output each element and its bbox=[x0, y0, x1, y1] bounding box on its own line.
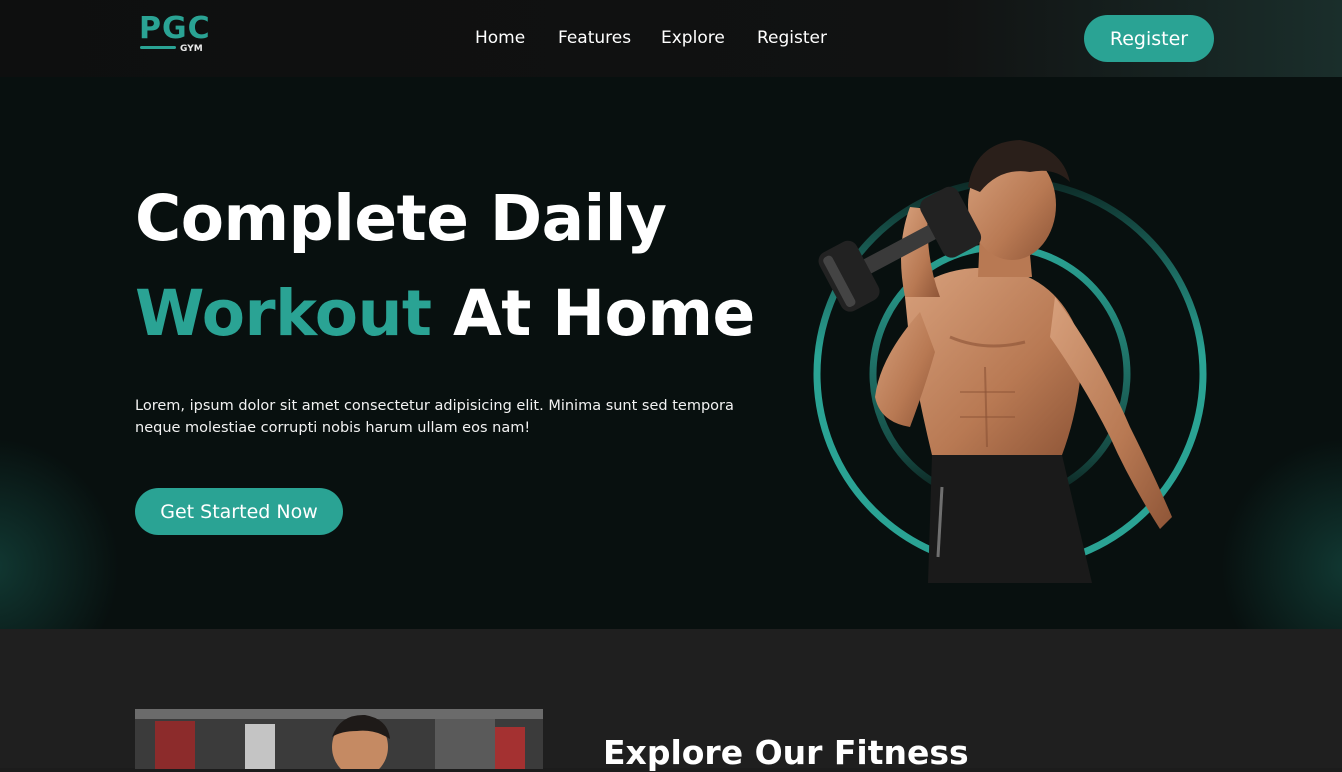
logo-underline bbox=[140, 46, 176, 49]
hero-title-rest: At Home bbox=[453, 277, 755, 350]
nav-link-explore[interactable]: Explore bbox=[661, 28, 725, 48]
logo-text: PGC bbox=[139, 11, 211, 46]
hero-title-line1: Complete Daily bbox=[135, 182, 667, 255]
logo[interactable]: PGC GYM bbox=[139, 11, 213, 57]
nav-link-features[interactable]: Features bbox=[558, 28, 631, 48]
nav-link-register[interactable]: Register bbox=[757, 28, 827, 48]
athlete-figure bbox=[818, 140, 1172, 583]
explore-section: Explore Our Fitness bbox=[0, 629, 1342, 772]
top-navbar: PGC GYM Home Features Explore Register R… bbox=[0, 0, 1342, 77]
hero-athlete-image bbox=[813, 140, 1207, 583]
register-button[interactable]: Register bbox=[1084, 15, 1214, 62]
explore-image bbox=[135, 709, 543, 769]
get-started-button[interactable]: Get Started Now bbox=[135, 488, 343, 535]
logo-subtext: GYM bbox=[180, 44, 203, 54]
hero-title-line2: Workout At Home bbox=[135, 277, 755, 350]
hero-section: Complete Daily Workout At Home Lorem, ip… bbox=[0, 77, 1342, 629]
nav-link-home[interactable]: Home bbox=[475, 28, 525, 48]
hero-description: Lorem, ipsum dolor sit amet consectetur … bbox=[135, 398, 734, 436]
decorative-glow bbox=[0, 437, 120, 629]
hero-title-accent: Workout bbox=[135, 277, 432, 350]
explore-title: Explore Our Fitness bbox=[603, 733, 969, 772]
